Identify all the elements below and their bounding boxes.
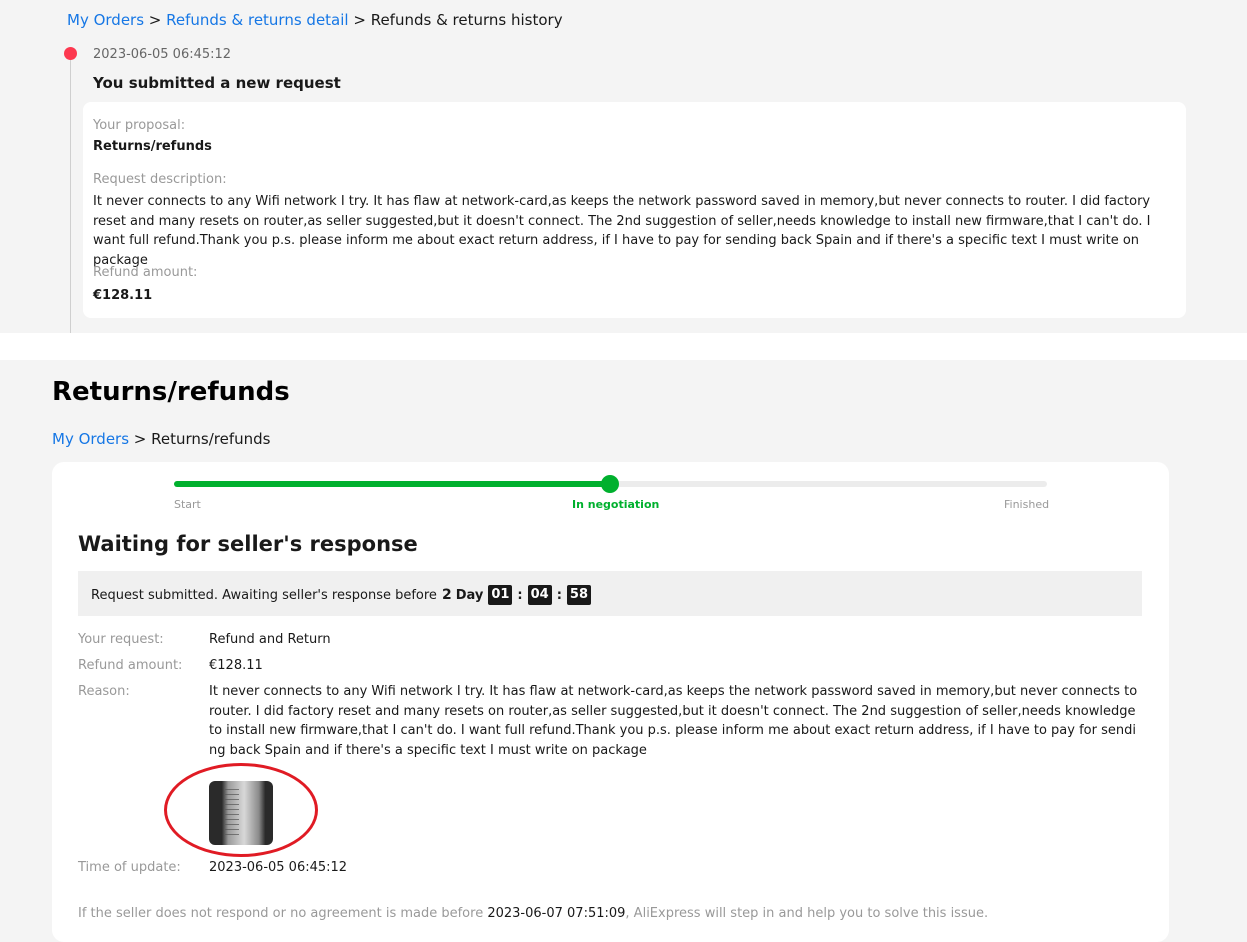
- evidence-image-thumbnail[interactable]: [209, 781, 273, 845]
- countdown-day-word: Day: [455, 587, 484, 603]
- countdown-hours: 01: [488, 585, 513, 605]
- time-of-update-value: 2023-06-05 06:45:12: [209, 860, 348, 875]
- returns-breadcrumb: My Orders > Returns/refunds: [52, 430, 270, 448]
- time-of-update-label: Time of update:: [78, 860, 181, 875]
- breadcrumb-my-orders-link[interactable]: My Orders: [67, 11, 144, 29]
- history-entry-title: You submitted a new request: [93, 74, 341, 92]
- step-negotiation-label: In negotiation: [572, 498, 660, 511]
- refund-amount-value: €128.11: [209, 658, 263, 673]
- progress-fill: [174, 481, 611, 487]
- breadcrumb-separator: >: [129, 430, 152, 448]
- countdown-seconds: 58: [566, 585, 592, 605]
- breadcrumb-separator: >: [144, 11, 167, 29]
- your-request-value: Refund and Return: [209, 632, 331, 647]
- footer-note: If the seller does not respond or no agr…: [78, 906, 988, 921]
- countdown-days: 2: [441, 587, 452, 603]
- request-description-text: It never connects to any Wifi network I …: [93, 194, 1151, 268]
- progress-knob: [601, 475, 619, 493]
- reason-label: Reason:: [78, 684, 130, 699]
- step-start-label: Start: [174, 498, 201, 511]
- proposal-label: Your proposal:: [93, 118, 186, 133]
- breadcrumb-separator: >: [348, 11, 371, 29]
- footer-note-datetime: 2023-06-07 07:51:09: [487, 906, 626, 921]
- breadcrumb-current: Returns/refunds: [151, 430, 271, 448]
- footer-note-after: , AliExpress will step in and help you t…: [625, 906, 989, 921]
- proposal-value: Returns/refunds: [93, 139, 212, 154]
- timeline-line: [70, 60, 71, 333]
- history-breadcrumb: My Orders > Refunds & returns detail > R…: [67, 11, 563, 29]
- status-title: Waiting for seller's response: [78, 532, 418, 556]
- footer-note-before: If the seller does not respond or no agr…: [78, 906, 488, 921]
- breadcrumb-current: Refunds & returns history: [370, 11, 563, 29]
- thumbnail-content: [225, 789, 239, 837]
- timeline-dot: [64, 47, 77, 60]
- history-entry-card: Your proposal: Returns/refunds Request d…: [83, 102, 1186, 318]
- countdown-notice: Request submitted. Awaiting seller's res…: [78, 571, 1142, 616]
- countdown-minutes: 04: [527, 585, 552, 605]
- history-entry-time: 2023-06-05 06:45:12: [93, 47, 232, 62]
- refund-amount-label: Refund amount:: [78, 658, 183, 673]
- reason-value: It never connects to any Wifi network I …: [209, 684, 1138, 758]
- breadcrumb-refund-detail-link[interactable]: Refunds & returns detail: [166, 11, 348, 29]
- countdown-separator: :: [517, 587, 523, 603]
- breadcrumb-my-orders-link[interactable]: My Orders: [52, 430, 129, 448]
- countdown-separator: :: [556, 587, 562, 603]
- your-request-label: Your request:: [78, 632, 164, 647]
- step-finished-label: Finished: [1004, 498, 1050, 511]
- page-title: Returns/refunds: [52, 377, 290, 407]
- countdown-notice-text: Request submitted. Awaiting seller's res…: [91, 587, 437, 603]
- section-divider: [0, 333, 1247, 360]
- request-description-label: Request description:: [93, 172, 227, 187]
- history-refund-amount-label: Refund amount:: [93, 265, 198, 280]
- history-refund-amount-value: €128.11: [93, 288, 153, 303]
